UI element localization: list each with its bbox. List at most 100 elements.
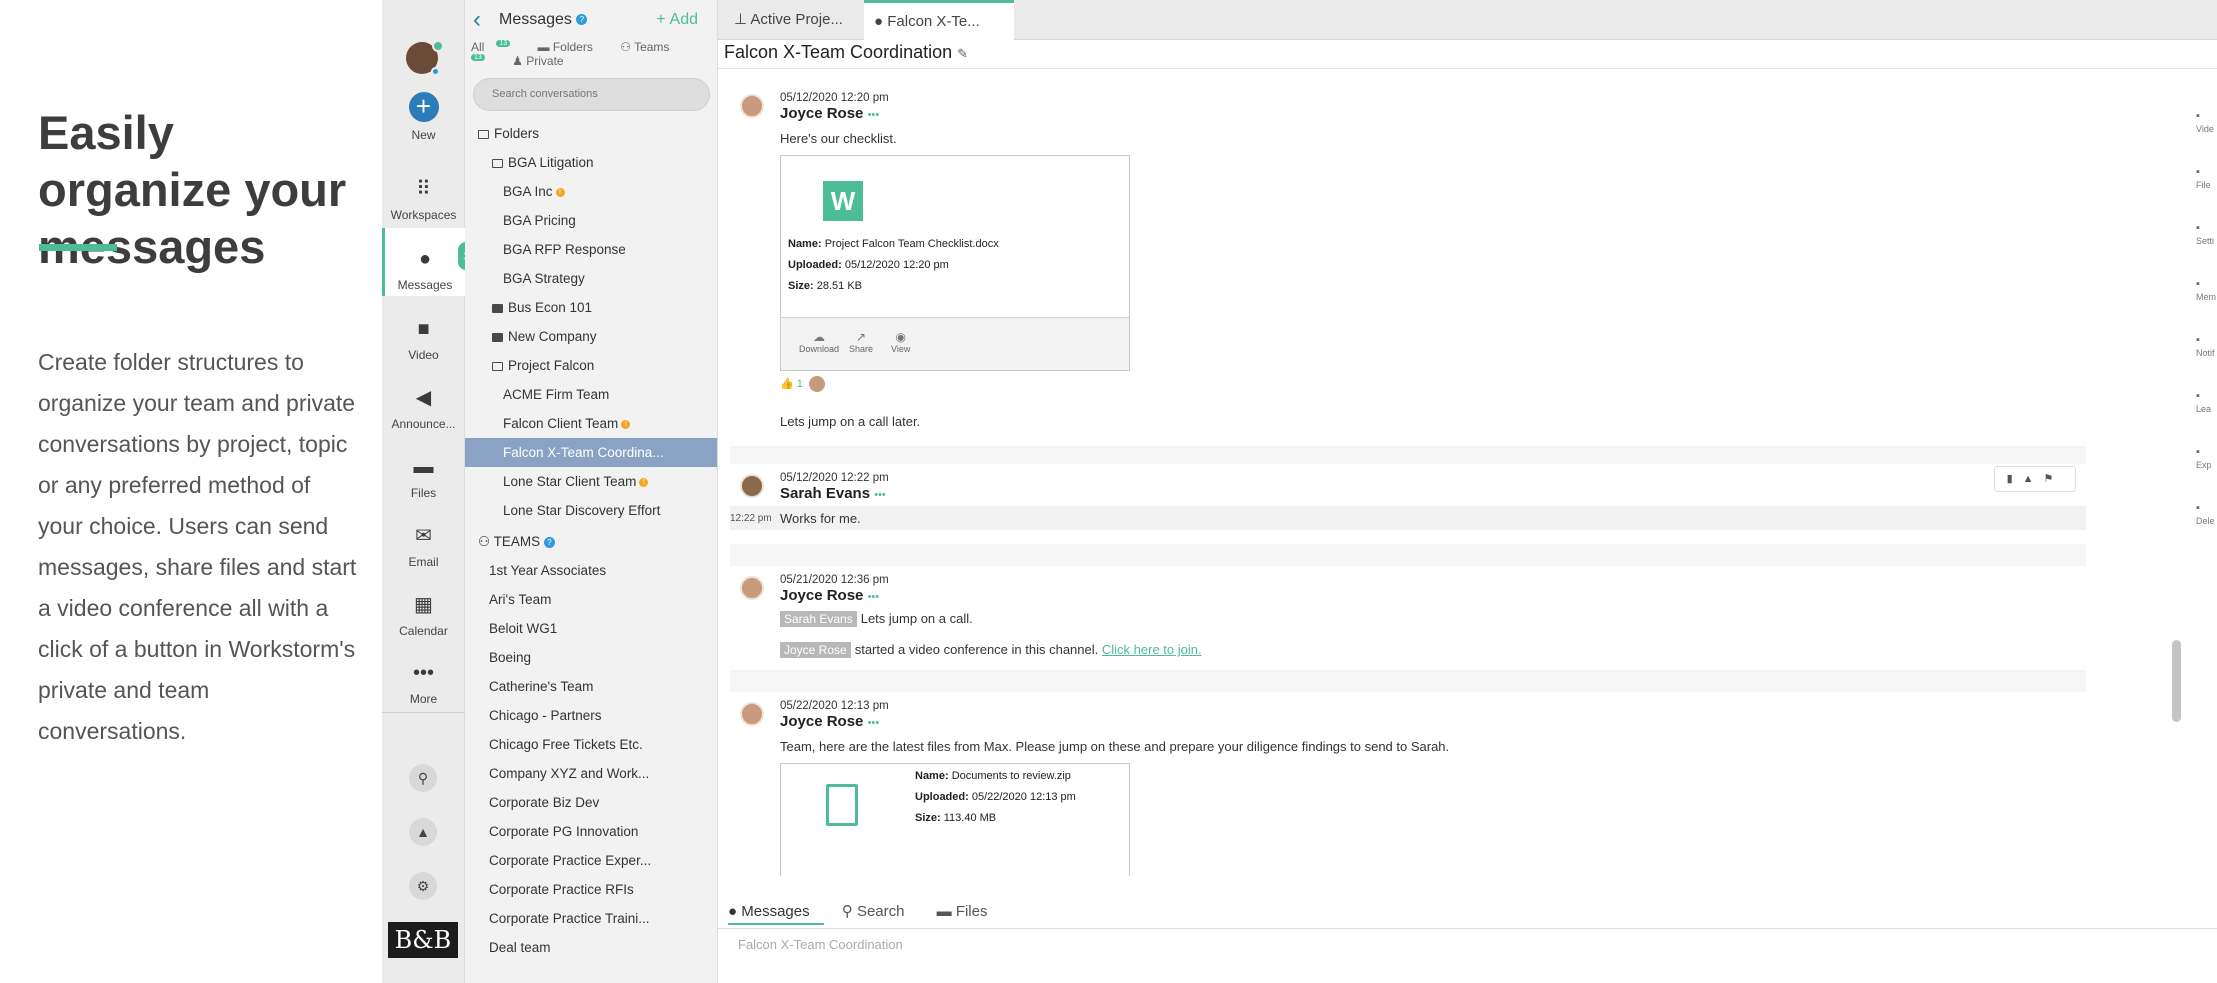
search-conversations-input[interactable]: Search conversations: [473, 78, 710, 111]
conversation-item[interactable]: BGA Strategy: [465, 264, 717, 293]
rail-workspaces[interactable]: ⠿ Workspaces: [382, 176, 465, 222]
list-title: Messages ?: [499, 11, 588, 29]
team-item[interactable]: Corporate Practice Exper...: [465, 846, 717, 875]
team-item[interactable]: Chicago - Partners: [465, 701, 717, 730]
more-dots-icon[interactable]: •••: [868, 591, 880, 603]
folder-item[interactable]: New Company: [465, 322, 717, 351]
add-button[interactable]: + Add: [656, 11, 698, 29]
right-sidebar-item[interactable]: ▪ Mem: [2196, 278, 2217, 334]
filter-private[interactable]: ♟ Private: [512, 54, 575, 68]
team-item[interactable]: Corporate PG Innovation: [465, 817, 717, 846]
tab-messages[interactable]: ● Messages: [728, 903, 824, 925]
team-item[interactable]: Ari's Team: [465, 585, 717, 614]
folder-item[interactable]: Project Falcon: [465, 351, 717, 380]
rail-video[interactable]: ■ Video: [382, 316, 465, 362]
team-item[interactable]: Catherine's Team: [465, 672, 717, 701]
mention-tag[interactable]: Sarah Evans: [780, 611, 857, 627]
team-item[interactable]: 1st Year Associates: [465, 556, 717, 585]
conversation-item[interactable]: ACME Firm Team: [465, 380, 717, 409]
right-sidebar-item[interactable]: ▪ Setti: [2196, 222, 2217, 278]
sidebar-icon: ▪: [2196, 390, 2200, 402]
team-item[interactable]: Corporate Biz Dev: [465, 788, 717, 817]
right-sidebar-item[interactable]: ▪ Exp: [2196, 446, 2217, 502]
feed-scrollbar[interactable]: [2172, 640, 2181, 722]
team-item[interactable]: Company XYZ and Work...: [465, 759, 717, 788]
rail-email[interactable]: ✉ Email: [382, 523, 465, 569]
conversation-item[interactable]: BGA Pricing: [465, 206, 717, 235]
message-author[interactable]: Joyce Rose •••: [780, 587, 879, 604]
more-dots-icon[interactable]: •••: [874, 489, 886, 501]
message-author[interactable]: Joyce Rose •••: [780, 713, 879, 730]
rail-calendar[interactable]: ▦ Calendar: [382, 592, 465, 638]
conversation-item[interactable]: BGA RFP Response: [465, 235, 717, 264]
action-label: Share: [849, 344, 874, 354]
rail-more[interactable]: ••• More: [382, 660, 465, 706]
download-button[interactable]: ☁ Download: [799, 330, 839, 354]
author-name: Joyce Rose: [780, 105, 864, 122]
conversation-item[interactable]: Falcon X-Team Coordina...: [465, 438, 717, 467]
rail-label: New: [411, 128, 436, 142]
right-sidebar-item[interactable]: ▪ Dele: [2196, 502, 2217, 558]
team-item[interactable]: Beloit WG1: [465, 614, 717, 643]
sidebar-label: Mem: [2196, 292, 2216, 302]
tab-label: Files: [955, 903, 988, 920]
filter-tabs: All 13 ▬ Folders ⚇ Teams13 ♟ Private: [471, 40, 716, 68]
edit-pencil-icon[interactable]: ✎: [957, 46, 968, 61]
user-avatar[interactable]: [406, 40, 444, 76]
view-button[interactable]: ◉ View: [891, 330, 910, 354]
search-icon[interactable]: ⚲: [409, 764, 437, 792]
settings-icon[interactable]: ⚙: [409, 872, 437, 900]
message-author[interactable]: Sarah Evans •••: [780, 485, 886, 502]
file-card[interactable]: W Name: Project Falcon Team Checklist.do…: [780, 155, 1130, 371]
conversation-item[interactable]: BGA Inc!: [465, 177, 717, 206]
team-item[interactable]: Corporate Practice Traini...: [465, 904, 717, 933]
rail-new[interactable]: + New: [382, 92, 465, 142]
item-label: BGA Litigation: [508, 155, 594, 170]
chat-icon: ●13: [412, 242, 479, 272]
team-item[interactable]: Corporate Practice RFIs: [465, 875, 717, 904]
bookmark-icon[interactable]: ▮: [2007, 473, 2023, 485]
message-composer[interactable]: Falcon X-Team Coordination: [718, 928, 2217, 983]
grid-icon: ⠿: [416, 178, 431, 200]
message-text: Lets jump on a call later.: [780, 414, 921, 429]
team-item[interactable]: Boeing: [465, 643, 717, 672]
mention-tag[interactable]: Joyce Rose: [780, 642, 851, 658]
rail-announcements[interactable]: ◀ Announce...: [382, 385, 465, 431]
right-sidebar-item[interactable]: ▪ Notif: [2196, 334, 2217, 390]
help-icon[interactable]: ?: [576, 14, 588, 26]
right-sidebar-item[interactable]: ▪ Lea: [2196, 390, 2217, 446]
flag-icon[interactable]: ⚑: [2044, 473, 2064, 485]
alert-icon[interactable]: ▲: [409, 818, 437, 846]
file-card[interactable]: Name: Documents to review.zip Uploaded: …: [780, 763, 1130, 876]
reaction-bar[interactable]: 👍 1: [780, 376, 825, 392]
filter-folders[interactable]: ▬ Folders: [537, 40, 604, 54]
avatar: [740, 474, 764, 498]
tab-files[interactable]: ▬ Files: [937, 903, 1002, 920]
rail-files[interactable]: ▬ Files: [382, 454, 465, 500]
teams-header[interactable]: ⚇ TEAMS ?: [465, 527, 717, 556]
folder-item[interactable]: Bus Econ 101: [465, 293, 717, 322]
conversation-item[interactable]: Lone Star Client Team!: [465, 467, 717, 496]
join-video-link[interactable]: Click here to join.: [1102, 642, 1202, 657]
filter-all[interactable]: All 13: [471, 40, 522, 54]
rail-messages[interactable]: ●13 Messages: [382, 228, 479, 296]
help-icon[interactable]: ?: [543, 536, 555, 548]
message-author[interactable]: Joyce Rose •••: [780, 105, 879, 122]
thumbs-up-icon[interactable]: ▲: [2023, 473, 2044, 485]
conversation-item[interactable]: Falcon Client Team!: [465, 409, 717, 438]
right-sidebar-item[interactable]: ▪ Vide: [2196, 110, 2217, 166]
tab-falcon-x-team[interactable]: ● Falcon X-Te...: [864, 0, 1014, 40]
back-chevron-icon[interactable]: ‹: [473, 6, 481, 34]
right-sidebar-item[interactable]: ▪ File: [2196, 166, 2217, 222]
tab-active-projects[interactable]: ⊥ Active Proje...: [724, 0, 860, 40]
tab-search[interactable]: ⚲ Search: [842, 903, 919, 920]
team-item[interactable]: Deal team: [465, 933, 717, 962]
share-button[interactable]: ↗ Share: [849, 330, 873, 354]
folder-item[interactable]: BGA Litigation: [465, 148, 717, 177]
more-dots-icon[interactable]: •••: [868, 717, 880, 729]
more-dots-icon[interactable]: •••: [868, 109, 880, 121]
file-actions: ☁ Download ↗ Share ◉ View: [781, 317, 1129, 370]
conversation-item[interactable]: Lone Star Discovery Effort: [465, 496, 717, 525]
team-item[interactable]: Chicago Free Tickets Etc.: [465, 730, 717, 759]
folders-header[interactable]: Folders: [465, 119, 717, 148]
